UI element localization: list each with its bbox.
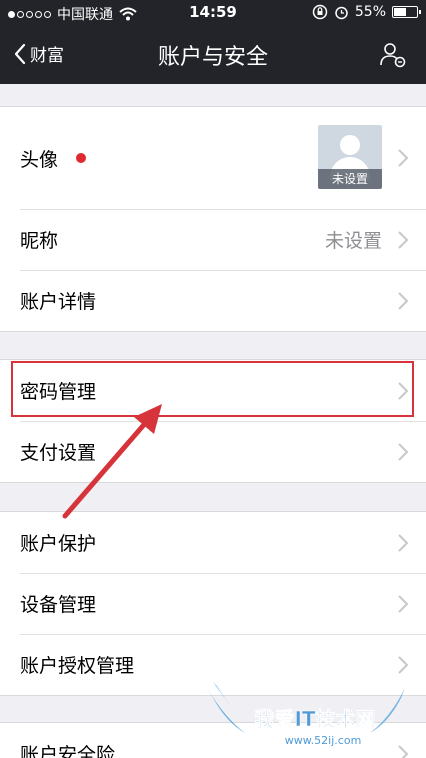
avatar: 未设置 <box>318 125 382 189</box>
avatar-label: 头像 <box>20 148 59 171</box>
account-detail-row[interactable]: 账户详情 <box>0 270 426 331</box>
avatar-caption: 未设置 <box>318 169 382 189</box>
account-insurance-label: 账户安全险 <box>20 744 116 758</box>
account-detail-label: 账户详情 <box>20 291 97 313</box>
battery-percent: 55% <box>354 4 386 20</box>
navigation-bar: 财富 账户与安全 <box>0 27 426 84</box>
account-protection-row[interactable]: 账户保护 <box>0 512 426 573</box>
account-authorization-label: 账户授权管理 <box>20 655 135 677</box>
top-bar: 中国联通 14:59 55% 财富 账户与安全 <box>0 0 426 84</box>
status-bar: 中国联通 14:59 55% <box>0 0 426 27</box>
device-management-row[interactable]: 设备管理 <box>0 573 426 634</box>
chevron-right-icon <box>398 149 408 167</box>
profile-group: 头像 未设置 昵称 未设置 账户详情 <box>0 106 426 332</box>
chevron-right-icon <box>398 442 408 461</box>
chevron-right-icon <box>398 533 408 552</box>
nickname-row[interactable]: 昵称 未设置 <box>0 209 426 270</box>
nickname-value: 未设置 <box>324 230 382 252</box>
notification-dot <box>76 153 87 163</box>
watermark-url: www.52ij.com <box>285 734 362 747</box>
avatar-row[interactable]: 头像 未设置 <box>0 107 426 209</box>
highlight-box <box>11 361 414 417</box>
chevron-right-icon <box>398 655 408 674</box>
watermark-logo: 我爱IT技术网 www.52ij.com <box>207 682 405 747</box>
nickname-label: 昵称 <box>20 230 59 252</box>
watermark-text: 我爱IT技术网 <box>254 707 375 731</box>
chevron-right-icon <box>398 291 408 310</box>
battery-icon <box>392 6 421 18</box>
rotation-lock-icon <box>312 4 328 20</box>
chevron-right-icon <box>398 594 408 613</box>
page-title: 账户与安全 <box>157 45 268 70</box>
alarm-icon <box>335 6 348 19</box>
payment-settings-row[interactable]: 支付设置 <box>0 421 426 482</box>
payment-settings-label: 支付设置 <box>20 442 97 464</box>
person-switch-icon <box>380 43 406 68</box>
security-group: 账户保护 设备管理 账户授权管理 <box>0 511 426 696</box>
chevron-right-icon <box>398 230 408 249</box>
account-protection-label: 账户保护 <box>20 533 97 555</box>
account-switch-button[interactable] <box>378 40 408 74</box>
device-management-label: 设备管理 <box>20 594 97 616</box>
